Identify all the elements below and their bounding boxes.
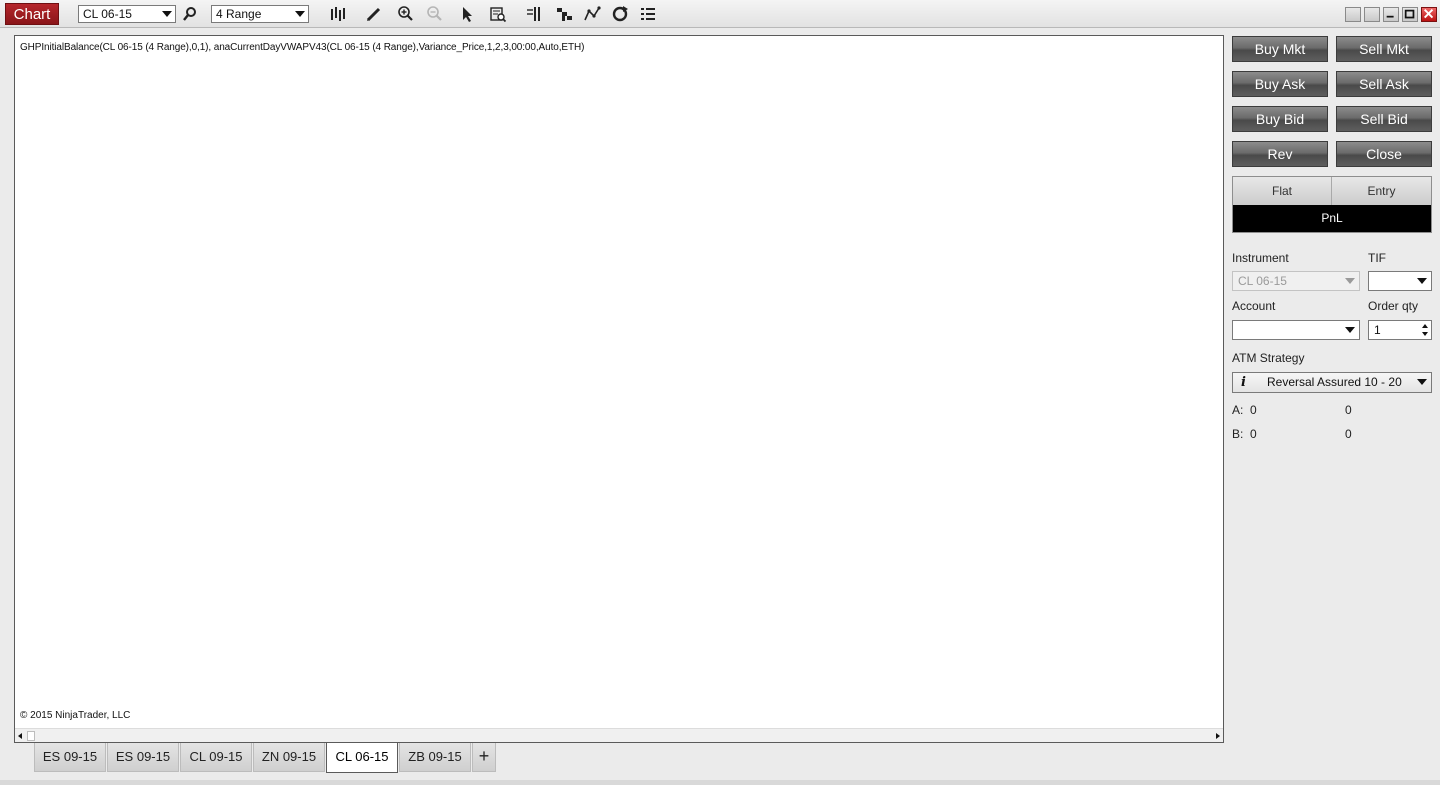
chevron-down-icon [1417,278,1427,284]
order-instrument-select: CL 06-15 [1232,271,1360,291]
order-qty-stepper[interactable]: 1 [1368,320,1432,340]
data-box-icon[interactable] [489,5,507,23]
horizontal-scrollbar[interactable] [15,728,1223,742]
pnl-display: PnL [1233,205,1431,232]
chevron-up-icon[interactable] [1422,324,1428,328]
tab-es-09-15[interactable]: ES 09-15 [107,743,179,772]
indicators-icon[interactable] [583,5,601,23]
scroll-left-icon[interactable] [18,733,22,739]
stat-a-label: A: [1232,403,1244,417]
order-instrument-value: CL 06-15 [1238,274,1287,288]
add-tab-button[interactable]: + [472,743,496,772]
stat-b-label: B: [1232,427,1244,441]
entry-price: Entry [1332,177,1431,205]
atm-strategy-label: ATM Strategy [1232,351,1305,365]
stat-b-value-2: 0 [1345,427,1352,441]
chevron-down-icon [1417,379,1427,385]
pencil-icon[interactable] [365,5,383,23]
atm-strategy-select[interactable]: i Reversal Assured 10 - 20 [1232,372,1432,393]
stat-a-value-1: 0 [1250,403,1257,417]
close-icon[interactable] [1421,7,1437,22]
instrument-select-value: CL 06-15 [83,7,132,21]
instrument-label: Instrument [1232,251,1289,265]
stat-b-value-1: 0 [1250,427,1257,441]
buy-mkt-button[interactable]: Buy Mkt [1232,36,1328,62]
chevron-down-icon [162,11,172,17]
tab-zb-09-15[interactable]: ZB 09-15 [399,743,471,772]
scroll-right-icon[interactable] [1216,733,1220,739]
chevron-down-icon [1345,327,1355,333]
buy-bid-button[interactable]: Buy Bid [1232,106,1328,132]
minimize-icon[interactable] [1383,7,1399,22]
tab-es-09-15[interactable]: ES 09-15 [34,743,106,772]
reload-icon[interactable] [611,5,629,23]
account-label: Account [1232,299,1276,313]
stat-a-value-2: 0 [1345,403,1352,417]
position-display: Flat Entry PnL [1232,176,1432,233]
period-select-value: 4 Range [216,7,262,21]
close-position-button[interactable]: Close [1336,141,1432,167]
tif-label: TIF [1368,251,1386,265]
copyright-text: © 2015 NinjaTrader, LLC [20,710,131,721]
tile-icon[interactable] [1364,7,1380,22]
bar-style-icon[interactable] [329,5,347,23]
order-qty-label: Order qty [1368,299,1419,313]
scrollbar-thumb[interactable] [27,731,35,741]
sell-ask-button[interactable]: Sell Ask [1336,71,1432,97]
tab-zn-09-15[interactable]: ZN 09-15 [253,743,325,772]
toolbar: Chart CL 06-15 4 Range [0,0,1440,28]
pointer-icon[interactable] [458,5,476,23]
chart-panel[interactable]: GHPInitialBalance(CL 06-15 (4 Range),0,1… [14,35,1224,743]
tif-select[interactable] [1368,271,1432,291]
zoom-in-icon[interactable] [396,5,414,23]
account-select[interactable] [1232,320,1360,340]
info-icon[interactable]: i [1241,373,1246,392]
chevron-down-icon [295,11,305,17]
sell-mkt-button[interactable]: Sell Mkt [1336,36,1432,62]
tab-cl-09-15[interactable]: CL 09-15 [180,743,252,772]
search-icon[interactable] [181,5,199,23]
stair-icon[interactable] [555,5,573,23]
atm-strategy-value: Reversal Assured 10 - 20 [1267,375,1402,389]
buy-ask-button[interactable]: Buy Ask [1232,71,1328,97]
properties-icon[interactable] [639,5,657,23]
period-select[interactable]: 4 Range [211,5,309,23]
chevron-down-icon[interactable] [1422,332,1428,336]
tab-cl-06-15[interactable]: CL 06-15 [326,743,398,773]
chart-title-badge: Chart [5,3,59,25]
position-status: Flat [1233,177,1332,205]
reverse-button[interactable]: Rev [1232,141,1328,167]
sell-bid-button[interactable]: Sell Bid [1336,106,1432,132]
status-strip [0,780,1440,785]
maximize-icon[interactable] [1402,7,1418,22]
indicator-label: GHPInitialBalance(CL 06-15 (4 Range),0,1… [20,42,585,53]
bar-spacing-icon[interactable] [524,5,542,23]
tile-icon[interactable] [1345,7,1361,22]
zoom-out-icon[interactable] [425,5,443,23]
chevron-down-icon [1345,278,1355,284]
instrument-select[interactable]: CL 06-15 [78,5,176,23]
order-qty-value: 1 [1374,323,1381,337]
